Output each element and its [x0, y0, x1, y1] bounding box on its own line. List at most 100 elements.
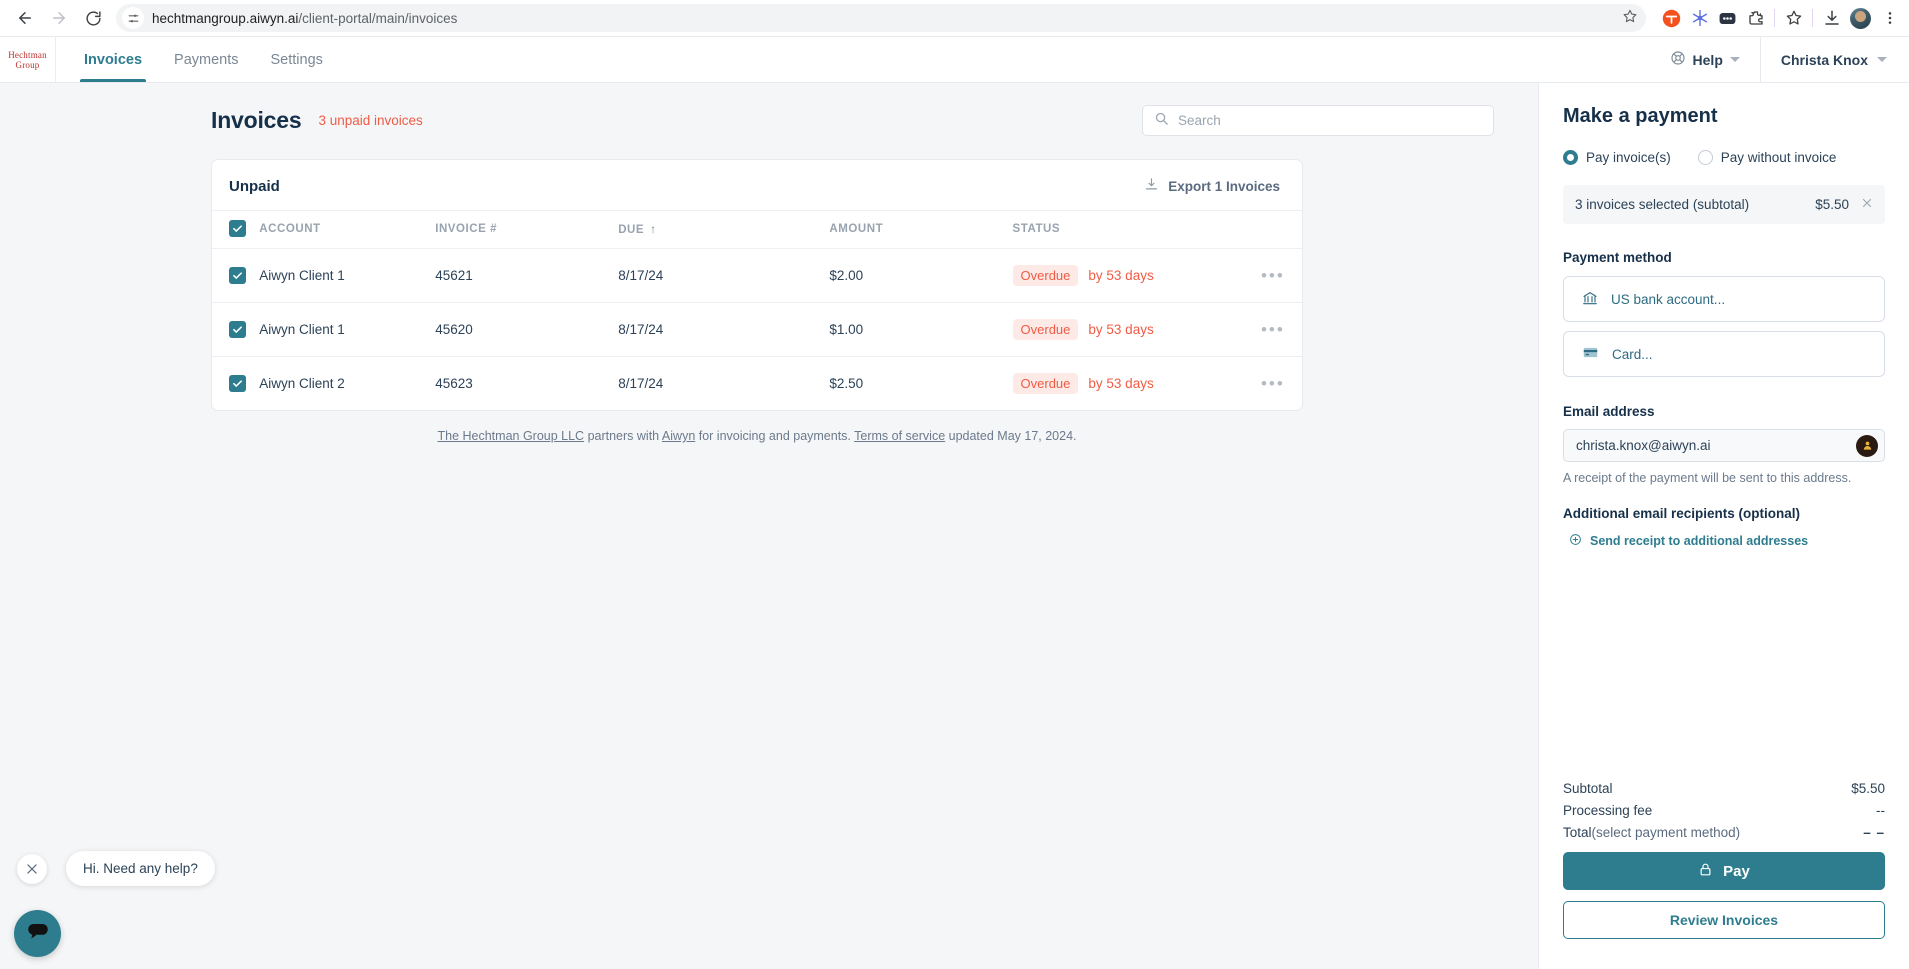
row-overflow-menu-icon[interactable]: ••• — [1261, 374, 1285, 393]
search-field[interactable] — [1178, 113, 1482, 128]
user-menu[interactable]: Christa Knox — [1761, 37, 1909, 82]
send-receipt-button[interactable]: Send receipt to additional addresses — [1563, 533, 1885, 549]
table-row[interactable]: Aiwyn Client 2 45623 8/17/24 $2.50 Overd… — [212, 357, 1302, 411]
user-name-label: Christa Knox — [1780, 51, 1868, 68]
unpaid-invoices-card: Unpaid Export 1 Invoices ACCOUNT INVOICE… — [211, 159, 1303, 411]
email-hint-text: A receipt of the payment will be sent to… — [1563, 471, 1852, 485]
row-checkbox[interactable] — [229, 375, 246, 392]
row-account: Aiwyn Client 2 — [259, 376, 345, 391]
chat-close-button[interactable] — [17, 854, 47, 884]
pay-button[interactable]: Pay — [1563, 852, 1885, 890]
chat-launcher-button[interactable] — [14, 910, 61, 957]
email-value: christa.knox@aiwyn.ai — [1576, 438, 1711, 453]
extension-t-icon[interactable] — [1662, 9, 1681, 28]
row-checkbox[interactable] — [229, 321, 246, 338]
download-icon — [1144, 177, 1159, 195]
firm-link[interactable]: The Hechtman Group LLC — [437, 429, 584, 443]
select-all-checkbox[interactable] — [229, 220, 246, 237]
table-row[interactable]: Aiwyn Client 1 45621 8/17/24 $2.00 Overd… — [212, 248, 1302, 303]
unpaid-count-label: 3 unpaid invoices — [318, 113, 423, 128]
status-detail: by 53 days — [1088, 322, 1154, 337]
radio-pay-without-invoice[interactable]: Pay without invoice — [1697, 150, 1837, 165]
export-label: Export 1 Invoices — [1168, 178, 1280, 194]
subtotal-row: Subtotal $5.50 — [1563, 781, 1885, 796]
reload-icon[interactable] — [78, 3, 108, 33]
aiwyn-link[interactable]: Aiwyn — [662, 429, 695, 443]
footer-note: The Hechtman Group LLC partners with Aiw… — [211, 429, 1303, 443]
tab-settings[interactable]: Settings — [257, 37, 337, 82]
row-amount: $2.50 — [829, 376, 864, 391]
column-header-invoice[interactable]: INVOICE # — [435, 210, 619, 249]
additional-recipients-label: Additional email recipients (optional) — [1563, 506, 1801, 521]
status-badge: Overdue — [1012, 265, 1079, 286]
payment-method-bank-label: US bank account... — [1611, 291, 1726, 307]
radio-pay-without-invoice-label: Pay without invoice — [1720, 150, 1837, 165]
chevron-down-icon — [1729, 57, 1740, 62]
lock-icon — [1698, 862, 1713, 881]
chat-greeting-bubble[interactable]: Hi. Need any help? — [66, 851, 215, 886]
logo-line-1: Hechtman — [8, 49, 47, 60]
profile-avatar[interactable] — [1850, 7, 1871, 29]
column-header-account[interactable]: ACCOUNT — [259, 210, 436, 249]
downloads-icon[interactable] — [1822, 9, 1841, 28]
subtotal-value: $5.50 — [1851, 781, 1885, 796]
extension-snowflake-icon[interactable] — [1690, 9, 1709, 28]
back-arrow-icon[interactable] — [10, 3, 40, 33]
send-receipt-label: Send receipt to additional addresses — [1590, 534, 1809, 548]
terms-of-service-link[interactable]: Terms of service — [854, 429, 945, 443]
extension-dots-icon[interactable] — [1718, 9, 1737, 28]
export-invoices-button[interactable]: Export 1 Invoices — [1144, 177, 1280, 195]
tab-invoices-label: Invoices — [84, 51, 143, 68]
column-header-due[interactable]: DUE ↑ — [618, 210, 830, 249]
column-header-status[interactable]: STATUS — [1012, 210, 1244, 249]
extension-puzzle-icon[interactable] — [1746, 9, 1765, 28]
processing-fee-label: Processing fee — [1563, 803, 1653, 818]
review-invoices-button[interactable]: Review Invoices — [1563, 901, 1885, 939]
row-overflow-menu-icon[interactable]: ••• — [1261, 266, 1285, 285]
totals-section: Subtotal $5.50 Processing fee -- Total (… — [1563, 781, 1885, 969]
invoices-section: Invoices 3 unpaid invoices Unpaid — [0, 83, 1538, 443]
processing-fee-row: Processing fee -- — [1563, 803, 1885, 818]
extensions-area — [1656, 7, 1899, 29]
tab-payments[interactable]: Payments — [160, 37, 252, 82]
chevron-down-icon — [1877, 57, 1887, 62]
footnote-text-1: partners with — [584, 429, 662, 443]
primary-nav: Invoices Payments Settings — [56, 37, 337, 82]
table-row[interactable]: Aiwyn Client 1 45620 8/17/24 $1.00 Overd… — [212, 302, 1302, 357]
radio-pay-invoices[interactable]: Pay invoice(s) — [1563, 150, 1671, 165]
total-sublabel: (select payment method) — [1591, 825, 1741, 840]
column-header-actions — [1243, 210, 1302, 249]
help-icon — [1670, 50, 1686, 69]
row-overflow-menu-icon[interactable]: ••• — [1261, 320, 1285, 339]
clear-selection-icon[interactable] — [1861, 196, 1873, 213]
row-invoice-number: 45620 — [435, 302, 619, 357]
address-bar[interactable]: hechtmangroup.aiwyn.ai/client-portal/mai… — [116, 4, 1646, 32]
email-field[interactable]: christa.knox@aiwyn.ai — [1563, 429, 1885, 462]
radio-pay-invoices-label: Pay invoice(s) — [1586, 150, 1671, 165]
table-header-row: ACCOUNT INVOICE # DUE ↑ AMOUNT STATUS — [212, 210, 1302, 249]
extension-star-icon[interactable] — [1784, 9, 1803, 28]
help-menu[interactable]: Help — [1650, 37, 1761, 82]
payment-method-card[interactable]: Card... — [1563, 331, 1885, 377]
page-body: Invoices 3 unpaid invoices Unpaid — [0, 83, 1909, 969]
star-icon[interactable] — [1622, 8, 1638, 29]
chat-greeting-text: Hi. Need any help? — [83, 861, 198, 876]
search-input[interactable] — [1142, 105, 1494, 136]
tab-payments-label: Payments — [174, 51, 239, 68]
processing-fee-value: -- — [1876, 803, 1885, 818]
row-status-cell: Overdue by 53 days — [1012, 357, 1244, 411]
payment-method-bank-account[interactable]: US bank account... — [1563, 276, 1885, 322]
tab-invoices[interactable]: Invoices — [70, 37, 156, 82]
selected-invoices-label: 3 invoices selected (subtotal) — [1575, 197, 1750, 212]
header-right: Help Christa Knox — [1650, 37, 1909, 82]
status-badge: Overdue — [1012, 319, 1079, 340]
site-settings-icon[interactable] — [122, 7, 144, 29]
row-due-date: 8/17/24 — [618, 248, 830, 303]
divider — [1812, 9, 1813, 27]
row-checkbox[interactable] — [229, 267, 246, 284]
row-actions-cell: ••• — [1243, 248, 1302, 303]
chrome-menu-icon[interactable] — [1880, 9, 1899, 28]
column-header-amount[interactable]: AMOUNT — [829, 210, 1013, 249]
hechtman-group-logo[interactable]: Hechtman Group — [0, 37, 56, 82]
email-address-label: Email address — [1563, 404, 1655, 419]
